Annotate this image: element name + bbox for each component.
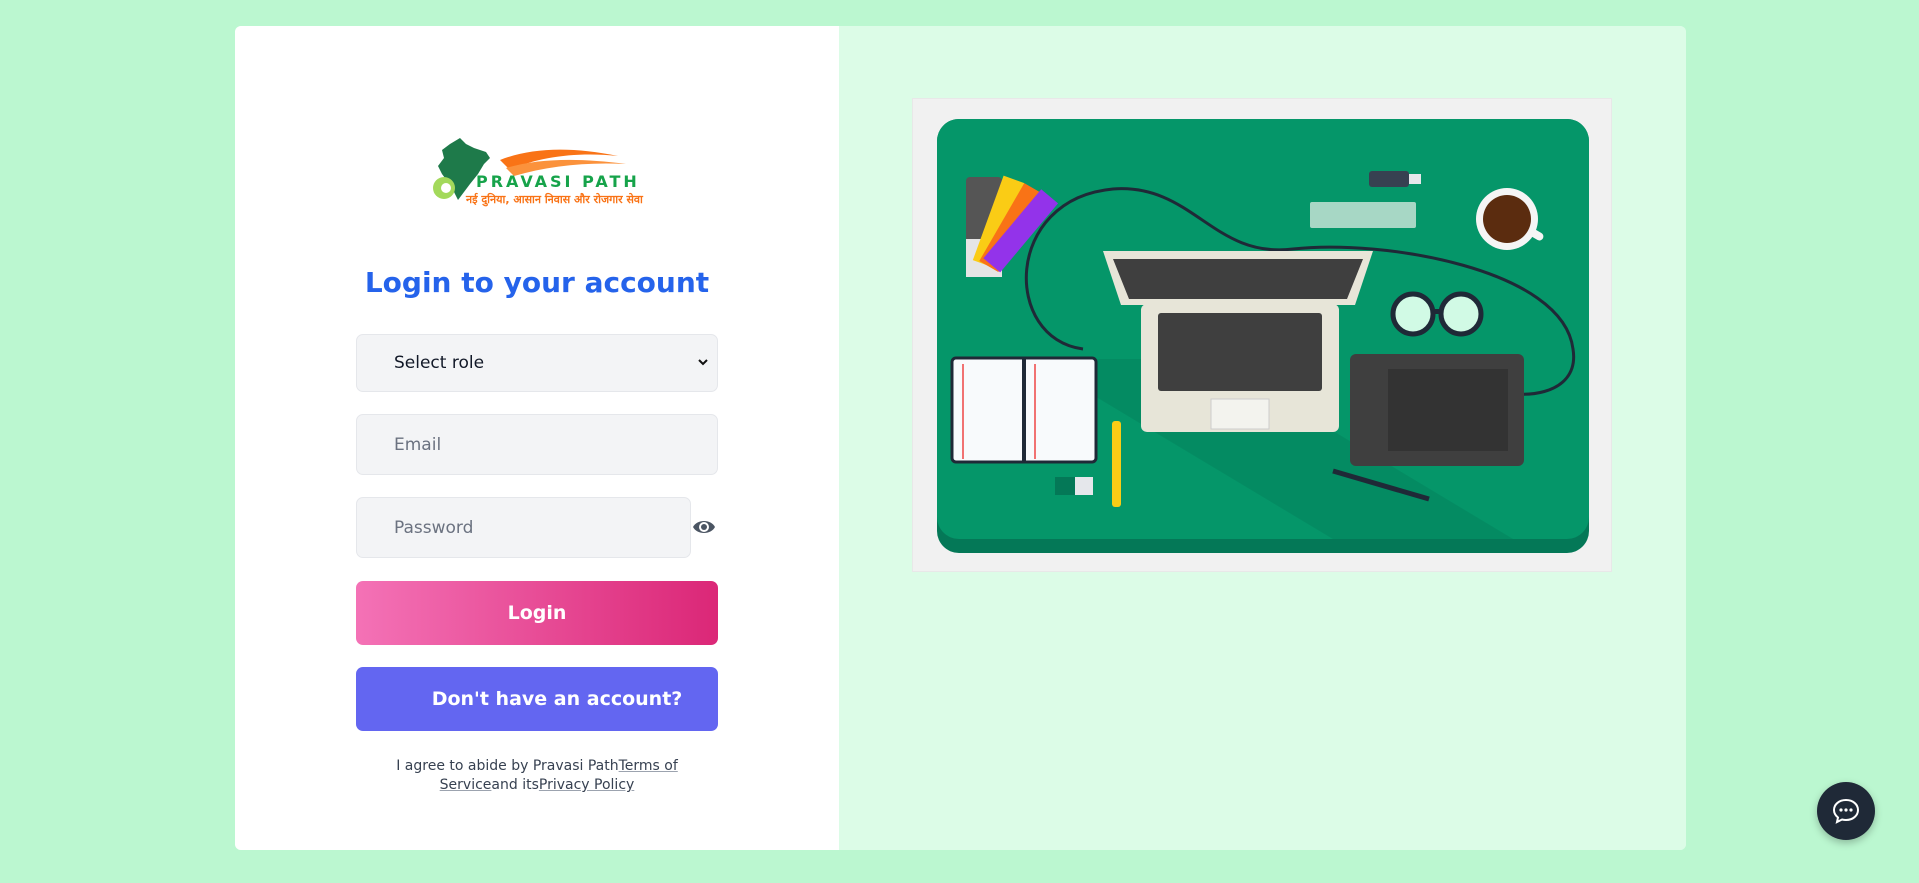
illustration-frame — [912, 98, 1612, 572]
brand-name: PRAVASI PATH — [476, 172, 640, 191]
signup-button[interactable]: Don't have an account? — [356, 667, 718, 731]
brand-tagline: नई दुनिया, आसान निवास और रोजगार सेवा — [466, 193, 643, 206]
password-field[interactable]: Password — [356, 497, 691, 558]
role-select-value: Select role — [394, 353, 485, 373]
workspace-illustration — [937, 119, 1589, 553]
illustration-panel — [839, 26, 1686, 850]
page-title: Login to your account — [364, 266, 710, 299]
email-placeholder: Email — [394, 434, 442, 455]
chevron-down-icon — [698, 359, 708, 366]
terms-prefix: I agree to abide by Pravasi Path — [396, 758, 619, 774]
password-placeholder: Password — [394, 517, 474, 538]
brand-logo: PRAVASI PATH नई दुनिया, आसान निवास और रो… — [430, 130, 650, 210]
role-select[interactable]: Select role — [356, 334, 718, 392]
terms-notice: I agree to abide by Pravasi PathTerms of… — [356, 757, 718, 795]
login-panel: PRAVASI PATH नई दुनिया, आसान निवास और रो… — [235, 26, 839, 850]
chat-icon — [1832, 798, 1860, 824]
login-button[interactable]: Login — [356, 581, 718, 645]
login-card: PRAVASI PATH नई दुनिया, आसान निवास और रो… — [235, 26, 1686, 850]
email-field[interactable]: Email — [356, 414, 718, 475]
terms-middle: and its — [491, 777, 539, 793]
eye-icon[interactable] — [692, 515, 716, 539]
chat-button[interactable] — [1817, 782, 1875, 840]
privacy-policy-link[interactable]: Privacy Policy — [539, 777, 634, 793]
